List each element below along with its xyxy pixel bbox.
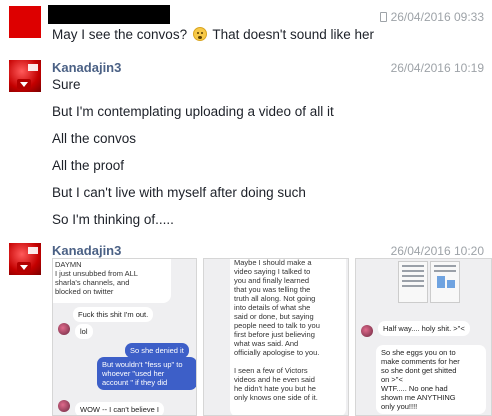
- message-timestamp: 26/04/2016 10:20: [390, 244, 484, 258]
- avatar: [58, 323, 70, 335]
- mobile-icon: [379, 12, 387, 22]
- message-text: May I see the convos? That doesn't sound…: [52, 27, 375, 42]
- chevron-down-icon: [17, 262, 31, 272]
- message-timestamp: 26/04/2016 10:19: [390, 61, 484, 75]
- sender-avatar[interactable]: [9, 60, 41, 92]
- chat-bubble: Half way.... holy shit. >"<: [378, 321, 470, 336]
- chat-bubble: But wouldn't "fess up" to whoever "used …: [97, 357, 196, 390]
- avatar: [58, 400, 70, 412]
- attachment-image-1[interactable]: DAYMN I just unsubbed from ALL sharla's …: [52, 258, 197, 416]
- message-line: But I'm contemplating uploading a video …: [52, 104, 334, 119]
- sender-avatar[interactable]: [9, 6, 41, 38]
- chat-bubble: lol: [75, 324, 93, 339]
- surprised-emoji-icon: [192, 27, 207, 41]
- message-line: So I'm thinking of.....: [52, 212, 174, 227]
- message-2: Kanadajin3 26/04/2016 10:19 Sure But I'm…: [0, 55, 492, 235]
- chat-bubble: WOW -- I can't believe I: [75, 402, 164, 415]
- message-1: 26/04/2016 09:33 May I see the convos? T…: [0, 0, 492, 48]
- message-line: Sure: [52, 77, 81, 92]
- embedded-image: [430, 261, 460, 303]
- message-timestamp: 26/04/2016 09:33: [379, 10, 484, 24]
- attached-images: DAYMN I just unsubbed from ALL sharla's …: [52, 258, 492, 416]
- sender-avatar[interactable]: [9, 243, 41, 275]
- chat-bubble: So she eggs you on to make comments for …: [376, 345, 486, 414]
- chat-bubble: So she denied it: [125, 343, 189, 358]
- embedded-image: [398, 261, 428, 303]
- sender-username[interactable]: Kanadajin3: [52, 243, 121, 258]
- chevron-down-icon: [17, 79, 31, 89]
- sender-username[interactable]: Kanadajin3: [52, 60, 121, 75]
- chat-bubble: Fuck this shit I'm out.: [73, 307, 154, 322]
- attachment-image-3[interactable]: Half way.... holy shit. >"< So she eggs …: [355, 258, 492, 416]
- avatar: [361, 325, 373, 337]
- attachment-image-2[interactable]: Maybe I should make a video saying I tal…: [203, 258, 349, 416]
- message-line: All the convos: [52, 131, 137, 146]
- message-line: But I can't live with myself after doing…: [52, 185, 306, 200]
- redacted-username: [48, 5, 170, 24]
- message-line: All the proof: [52, 158, 125, 173]
